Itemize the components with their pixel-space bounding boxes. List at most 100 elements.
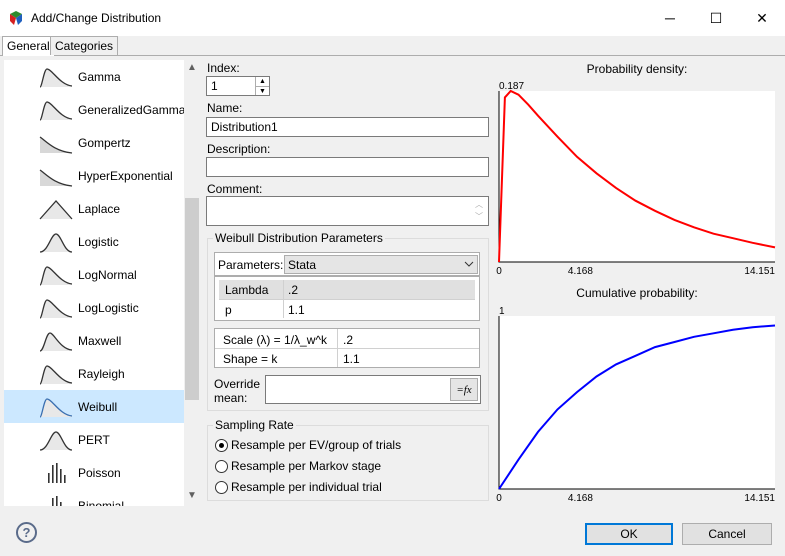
radio-label-ev: Resample per EV/group of trials [231, 438, 402, 452]
derived-row-divider [215, 348, 479, 349]
window-title: Add/Change Distribution [31, 11, 162, 25]
comment-scroll-up-icon[interactable]: ︿ [475, 199, 483, 210]
pdf-chart: 0 4.168 14.151 0.187 [496, 81, 775, 276]
pdf-chart-title: Probability density: [586, 62, 688, 76]
name-label: Name: [207, 101, 243, 115]
app-tree-icon [10, 11, 22, 25]
distribution-item-maxwell[interactable]: Maxwell [4, 324, 184, 357]
radio-resample-per-markov[interactable]: Resample per Markov stage [215, 459, 381, 473]
lognormal-curve-icon [39, 265, 73, 286]
distribution-list-scrollbar[interactable]: ▲ ▼ [184, 60, 200, 506]
distribution-item-binomial[interactable]: Binomial [4, 489, 184, 506]
help-icon[interactable]: ? [16, 522, 37, 543]
distribution-item-loglogistic[interactable]: LogLogistic [4, 291, 184, 324]
distribution-list[interactable]: Gamma GeneralizedGamma Gompertz HyperExpone… [4, 60, 184, 506]
derived-name-shape: Shape = k [223, 352, 278, 366]
radio-unchecked-icon [215, 459, 228, 473]
distribution-item-pert[interactable]: PERT [4, 423, 184, 456]
cdf-chart: 0 4.168 14.151 1 [496, 306, 775, 504]
description-input[interactable] [206, 157, 489, 177]
parameters-select-value: Stata [288, 258, 317, 272]
ok-button[interactable]: OK [585, 523, 673, 545]
description-label: Description: [207, 142, 271, 156]
laplace-curve-icon [39, 199, 73, 219]
distribution-item-label: PERT [78, 432, 110, 447]
weibull-curve-icon [39, 397, 73, 418]
distribution-item-weibull[interactable]: Weibull [4, 390, 184, 423]
tab-bar: General Categories [0, 36, 785, 56]
scroll-up-arrow-icon[interactable]: ▲ [187, 62, 197, 73]
distribution-item-laplace[interactable]: Laplace [4, 192, 184, 225]
index-value: 1 [211, 79, 218, 93]
distribution-item-label: LogLogistic [78, 300, 139, 315]
scrollbar-thumb[interactable] [185, 198, 199, 400]
distribution-item-label: Laplace [78, 201, 121, 216]
override-label-line2: mean: [214, 391, 248, 405]
comment-textarea[interactable] [206, 196, 489, 226]
distribution-item-poisson[interactable]: Poisson [4, 456, 184, 489]
scroll-down-arrow-icon[interactable]: ▼ [187, 490, 197, 501]
derived-value-shape: 1.1 [343, 352, 360, 366]
name-input[interactable]: Distribution1 [206, 117, 489, 137]
radio-resample-per-ev[interactable]: Resample per EV/group of trials [215, 438, 401, 452]
distribution-item-label: HyperExponential [78, 168, 173, 183]
distribution-item-generalizedgamma[interactable]: GeneralizedGamma [4, 93, 184, 126]
title-bar: Add/Change Distribution ─ ☐ ✕ [0, 0, 785, 36]
distribution-item-label: Maxwell [78, 333, 122, 348]
formula-fx-button[interactable]: =fx [450, 378, 478, 401]
param-name-p: p [225, 303, 232, 317]
spin-up-icon[interactable]: ▲ [255, 77, 269, 86]
tab-categories[interactable]: Categories [50, 36, 119, 55]
cdf-chart-title: Cumulative probability: [576, 286, 698, 300]
radio-resample-per-trial[interactable]: Resample per individual trial [215, 480, 382, 494]
radio-label-markov: Resample per Markov stage [231, 459, 382, 473]
distribution-item-rayleigh[interactable]: Rayleigh [4, 357, 184, 390]
parameters-label: Parameters: [218, 258, 284, 272]
distribution-item-label: Rayleigh [78, 366, 125, 381]
distribution-item-lognormal[interactable]: LogNormal [4, 258, 184, 291]
distribution-item-label: Poisson [78, 465, 121, 480]
distribution-item-gamma[interactable]: Gamma [4, 60, 184, 93]
derived-value-scale: .2 [343, 333, 354, 347]
x-tick-label: 14.151 [744, 266, 775, 276]
index-label: Index: [207, 61, 240, 75]
sampling-rate-title: Sampling Rate [213, 418, 296, 432]
distribution-item-logistic[interactable]: Logistic [4, 225, 184, 258]
maximize-button[interactable]: ☐ [693, 0, 739, 36]
cancel-button[interactable]: Cancel [682, 523, 772, 545]
distribution-item-label: Binomial [78, 498, 125, 507]
index-spinner[interactable]: 1 ▲ ▼ [206, 76, 270, 96]
plot-area [499, 91, 775, 262]
distribution-item-label: Weibull [78, 399, 118, 414]
parameter-table[interactable]: Lambda .2 p 1.1 [214, 276, 480, 321]
minimize-button[interactable]: ─ [647, 0, 693, 36]
loglogistic-curve-icon [39, 298, 73, 319]
y-max-label: 0.187 [499, 81, 524, 92]
param-value-p[interactable]: 1.1 [284, 301, 309, 319]
x-tick-label: 4.168 [568, 493, 593, 504]
rayleigh-curve-icon [39, 364, 73, 385]
distribution-item-label: LogNormal [78, 267, 137, 282]
distribution-item-hyperexponential[interactable]: HyperExponential [4, 159, 184, 192]
distribution-item-label: Logistic [78, 234, 119, 249]
override-label-line1: Override [214, 377, 261, 391]
param-value-lambda[interactable]: .2 [284, 281, 302, 299]
distribution-item-label: Gamma [78, 69, 121, 84]
comment-label: Comment: [207, 182, 263, 196]
parameters-select[interactable]: Stata [284, 255, 478, 274]
distribution-item-gompertz[interactable]: Gompertz [4, 126, 184, 159]
spin-down-icon[interactable]: ▼ [255, 86, 269, 95]
pert-curve-icon [39, 430, 73, 451]
maxwell-curve-icon [39, 331, 73, 352]
x-tick-label: 0 [496, 266, 502, 276]
close-button[interactable]: ✕ [739, 0, 785, 36]
comment-scroll-down-icon[interactable]: ﹀ [475, 211, 483, 222]
y-max-label: 1 [499, 306, 505, 317]
gamma-curve-icon [39, 67, 73, 88]
chevron-down-icon [464, 261, 474, 267]
tab-general[interactable]: General [2, 36, 55, 56]
poisson-bars-icon [48, 462, 66, 483]
override-mean-input[interactable] [265, 375, 481, 404]
x-tick-label: 14.151 [744, 493, 775, 504]
hyperexponential-curve-icon [39, 168, 73, 187]
